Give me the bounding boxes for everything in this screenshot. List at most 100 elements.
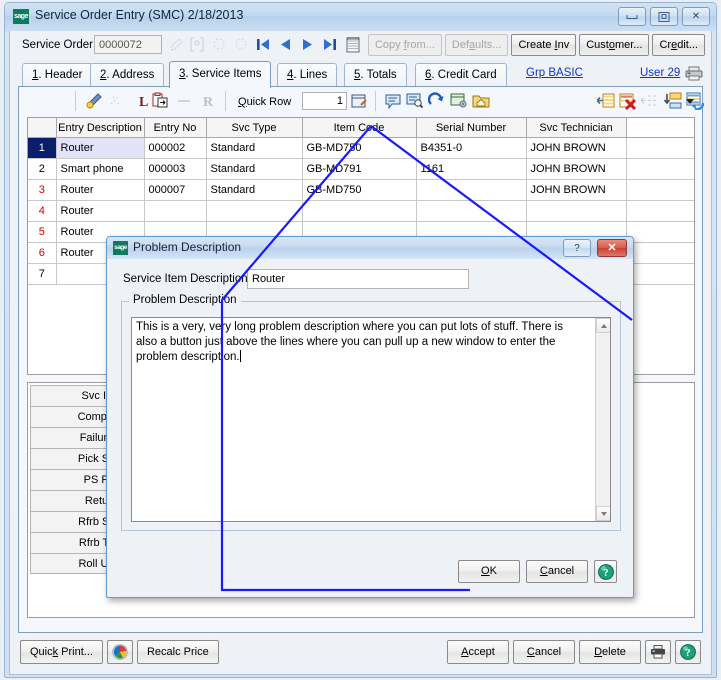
- service-order-input[interactable]: 0000072: [94, 35, 162, 54]
- credit-button[interactable]: Credit...: [652, 34, 705, 56]
- row-number[interactable]: 3: [28, 179, 57, 201]
- restore-button[interactable]: [650, 7, 678, 26]
- cell-item-code[interactable]: GB-MD750: [302, 137, 417, 159]
- create-inv-button[interactable]: Create Inv: [511, 34, 577, 56]
- svg-text:R: R: [203, 95, 214, 110]
- problem-description-textarea[interactable]: This is a very, very long problem descri…: [131, 317, 611, 522]
- cell-entry-no[interactable]: 000003: [144, 158, 207, 180]
- cell-svc-type[interactable]: Standard: [206, 137, 303, 159]
- refresh-arrow-icon[interactable]: [427, 92, 446, 110]
- dialog-help-button[interactable]: ?: [563, 239, 591, 257]
- cell-svc-technician[interactable]: [526, 200, 627, 222]
- cell-item-code[interactable]: GB-MD791: [302, 158, 417, 180]
- user-29-link[interactable]: User 29: [640, 67, 680, 79]
- recalc-price-button[interactable]: Recalc Price: [136, 640, 219, 664]
- fill-down-icon[interactable]: [663, 92, 682, 110]
- close-button[interactable]: ✕: [682, 7, 710, 26]
- folder-home-icon[interactable]: [472, 92, 490, 110]
- quick-row-input[interactable]: 1: [302, 92, 347, 110]
- scroll-down-button[interactable]: [596, 506, 610, 521]
- table-row[interactable]: 2 Smart phone 000003 Standard GB-MD791 1…: [28, 158, 694, 180]
- customer-button[interactable]: Customer...: [579, 34, 650, 56]
- windows-logo-button[interactable]: [106, 640, 133, 664]
- quick-print-button[interactable]: Quick Print...: [20, 640, 103, 664]
- textarea-scrollbar[interactable]: [595, 318, 610, 521]
- printer-icon[interactable]: [685, 65, 703, 82]
- grid-col-serial-number[interactable]: Serial Number: [416, 118, 527, 138]
- insert-row-icon[interactable]: [595, 92, 615, 110]
- table-row[interactable]: 1 Router 000002 Standard GB-MD750 B4351-…: [28, 137, 694, 159]
- row-number[interactable]: 2: [28, 158, 57, 180]
- scroll-up-button[interactable]: [596, 318, 610, 333]
- pencil-highlight-icon[interactable]: [85, 92, 103, 110]
- delete-row-icon[interactable]: [619, 92, 637, 111]
- quick-row-lookup-icon[interactable]: [350, 92, 368, 110]
- last-record-button[interactable]: [322, 36, 337, 53]
- cell-svc-type[interactable]: Standard: [206, 158, 303, 180]
- cell-serial-number[interactable]: [416, 200, 527, 222]
- dialog-close-button[interactable]: ✕: [597, 239, 627, 257]
- previous-record-button[interactable]: [278, 36, 293, 53]
- cell-svc-type[interactable]: Standard: [206, 179, 303, 201]
- dialog-ok-button[interactable]: OK: [458, 560, 520, 583]
- first-record-button[interactable]: [256, 36, 271, 53]
- cell-entry-no[interactable]: [144, 200, 207, 222]
- tab-lines[interactable]: 4. Lines: [277, 63, 338, 87]
- delete-button[interactable]: Delete: [579, 640, 641, 664]
- clipboard-paste-icon[interactable]: [151, 92, 169, 110]
- grid-col-svc-technician[interactable]: Svc Technician: [526, 118, 627, 138]
- row-number[interactable]: 7: [28, 263, 57, 285]
- cell-svc-technician[interactable]: JOHN BROWN: [526, 137, 627, 159]
- copy-from-button[interactable]: Copy from...: [367, 34, 442, 56]
- tab-address[interactable]: 2. Address: [90, 63, 165, 87]
- grp-basic-link[interactable]: Grp BASIC: [526, 67, 583, 79]
- row-number[interactable]: 1: [28, 137, 57, 159]
- problem-description-group-caption: Problem Description: [129, 294, 241, 306]
- cell-entry-no[interactable]: 000002: [144, 137, 207, 159]
- tab-credit-card[interactable]: 6. Credit Card: [415, 63, 507, 87]
- cell-item-code[interactable]: [302, 200, 417, 222]
- export-window-icon[interactable]: [450, 92, 468, 110]
- cell-serial-number[interactable]: [416, 179, 527, 201]
- comment-search-icon[interactable]: [406, 92, 424, 110]
- cell-svc-technician[interactable]: JOHN BROWN: [526, 179, 627, 201]
- tab-totals[interactable]: 5. Totals: [344, 63, 407, 87]
- cell-entry-description[interactable]: Smart phone: [56, 158, 145, 180]
- minimize-button[interactable]: [618, 7, 646, 26]
- next-record-button[interactable]: [300, 36, 315, 53]
- help-icon: ?: [597, 563, 614, 580]
- grid-col-entry-description[interactable]: Entry Description: [56, 118, 145, 138]
- dialog-cancel-button[interactable]: Cancel: [526, 560, 588, 583]
- cell-entry-description[interactable]: Router: [56, 137, 145, 159]
- tab-service-items[interactable]: 3. Service Items: [169, 61, 272, 88]
- memo-button[interactable]: [346, 36, 360, 53]
- cell-svc-technician[interactable]: JOHN BROWN: [526, 158, 627, 180]
- help-button[interactable]: ?: [675, 640, 701, 664]
- comment-icon[interactable]: [384, 92, 402, 110]
- cell-item-code[interactable]: GB-MD750: [302, 179, 417, 201]
- cell-svc-type[interactable]: [206, 200, 303, 222]
- restore-icon: [658, 11, 670, 22]
- grid-toolbar: L R Quick Row 1: [19, 87, 705, 115]
- row-number[interactable]: 4: [28, 200, 57, 222]
- table-row[interactable]: 4 Router: [28, 200, 694, 222]
- print-button[interactable]: [645, 640, 671, 664]
- cell-serial-number[interactable]: B4351-0: [416, 137, 527, 159]
- grid-col-svc-type[interactable]: Svc Type: [206, 118, 303, 138]
- cell-serial-number[interactable]: 1161: [416, 158, 527, 180]
- cell-entry-no[interactable]: 000007: [144, 179, 207, 201]
- dropdown-caret-icon[interactable]: [686, 99, 694, 104]
- cell-entry-description[interactable]: Router: [56, 179, 145, 201]
- grid-col-item-code[interactable]: Item Code: [302, 118, 417, 138]
- defaults-button[interactable]: Defaults...: [444, 34, 509, 56]
- cancel-button[interactable]: Cancel: [513, 640, 575, 664]
- grid-col-entry-no[interactable]: Entry No: [144, 118, 207, 138]
- dialog-help-icon-button[interactable]: ?: [594, 560, 617, 583]
- cell-entry-description[interactable]: Router: [56, 200, 145, 222]
- tab-header[interactable]: 1. Header: [22, 63, 93, 87]
- accept-button[interactable]: Accept: [447, 640, 509, 664]
- service-item-description-input[interactable]: Router: [247, 269, 469, 289]
- row-number[interactable]: 6: [28, 242, 57, 264]
- row-number[interactable]: 5: [28, 221, 57, 243]
- table-row[interactable]: 3 Router 000007 Standard GB-MD750 JOHN B…: [28, 179, 694, 201]
